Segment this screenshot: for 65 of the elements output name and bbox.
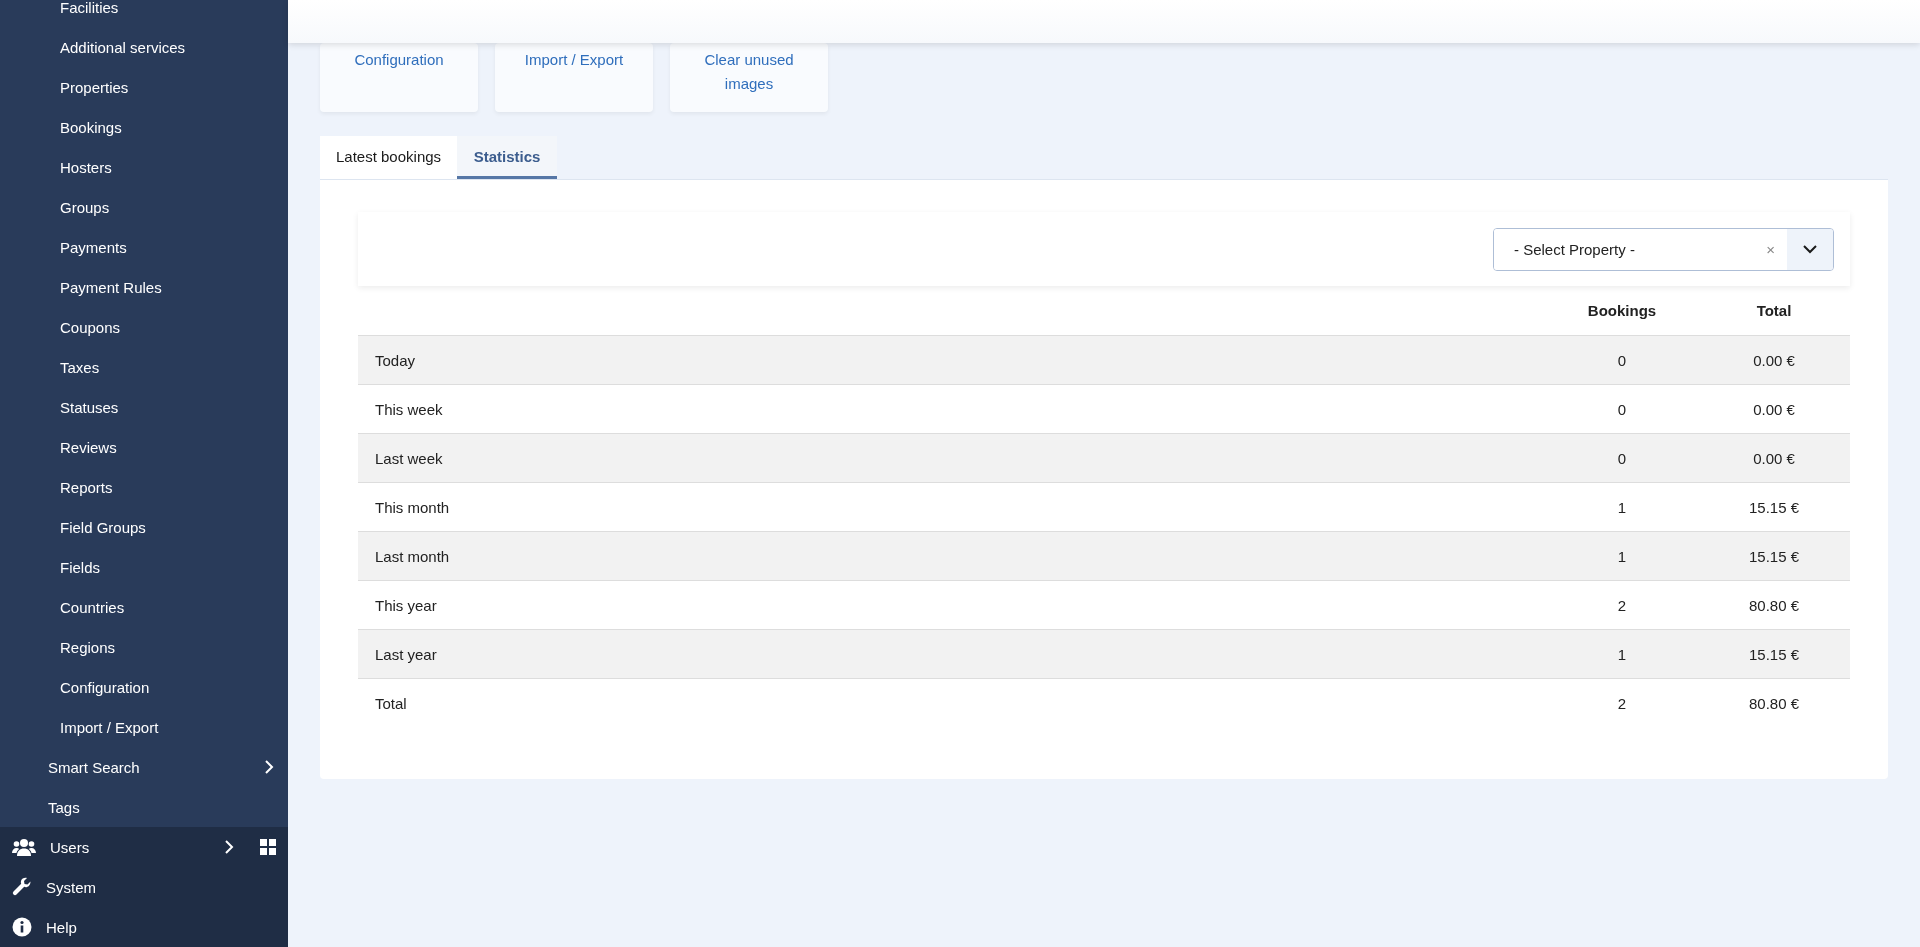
table-cell: This week xyxy=(375,400,443,418)
sidebar-item[interactable]: Facilities xyxy=(60,0,119,16)
column-header: Bookings xyxy=(1587,302,1657,319)
clear-button[interactable]: × xyxy=(1754,240,1787,258)
sidebar-item[interactable]: Statuses xyxy=(60,398,119,416)
sidebar-item[interactable]: Bookings xyxy=(60,118,122,136)
table-cell: 15.15 € xyxy=(1748,498,1799,516)
sidebar-item[interactable]: Coupons xyxy=(60,318,121,336)
tab[interactable]: Latest bookings xyxy=(320,136,458,179)
table-cell: 1 xyxy=(1617,498,1627,516)
table-cell: 80.80 € xyxy=(1748,694,1799,712)
table-cell: 0.00 € xyxy=(1753,449,1795,467)
table-cell: 15.15 € xyxy=(1748,645,1799,663)
info-icon xyxy=(12,917,32,937)
sidebar-item[interactable]: Help xyxy=(46,918,276,936)
table-cell: This year xyxy=(375,596,437,614)
table-cell: Last year xyxy=(375,645,437,663)
quick-link-card[interactable]: Configuration xyxy=(320,43,478,112)
table-cell: Today xyxy=(375,351,416,369)
wrench-icon xyxy=(12,877,32,897)
sidebar-item[interactable]: Import / Export xyxy=(60,718,159,736)
sidebar-item[interactable]: Taxes xyxy=(60,358,100,376)
property-select[interactable]: - Select Property - × xyxy=(1493,227,1834,271)
table-cell: 15.15 € xyxy=(1748,547,1799,565)
dropdown-toggle[interactable] xyxy=(1787,228,1833,270)
chevron-down-icon xyxy=(1803,244,1817,254)
table-cell: 0 xyxy=(1617,449,1627,467)
sidebar-item[interactable]: Field Groups xyxy=(60,518,146,536)
sidebar-item[interactable]: Hosters xyxy=(60,158,112,176)
table-cell: 1 xyxy=(1617,645,1627,663)
sidebar-item[interactable]: Reports xyxy=(60,478,113,496)
table-cell: Total xyxy=(375,694,407,712)
sidebar-item[interactable]: Tags xyxy=(48,798,80,816)
sidebar-item[interactable]: Smart Search xyxy=(48,758,140,776)
dashboard-grid-icon[interactable] xyxy=(260,839,276,855)
sidebar-item[interactable]: Additional services xyxy=(60,38,186,56)
chevron-right-icon[interactable] xyxy=(224,839,234,855)
column-header: Total xyxy=(1756,302,1792,319)
table-cell: 0 xyxy=(1617,400,1627,418)
sidebar-item[interactable]: Regions xyxy=(60,638,116,656)
sidebar-item[interactable]: Fields xyxy=(60,558,100,576)
sidebar-item[interactable]: Groups xyxy=(60,198,110,216)
table-cell: 0.00 € xyxy=(1753,351,1795,369)
sidebar-item[interactable]: Payment Rules xyxy=(60,278,162,296)
quick-link-card[interactable]: Import / Export xyxy=(495,43,653,112)
chevron-right-icon[interactable] xyxy=(264,759,274,775)
table-cell: Last week xyxy=(375,449,443,467)
quick-link-card[interactable]: Clear unused images xyxy=(670,43,828,112)
sidebar-item[interactable]: Configuration xyxy=(60,678,150,696)
sidebar-item[interactable]: Countries xyxy=(60,598,125,616)
table-cell: Last month xyxy=(375,547,450,565)
sidebar-item[interactable]: Payments xyxy=(60,238,127,256)
table-cell: 0 xyxy=(1617,351,1627,369)
table-cell: 0.00 € xyxy=(1753,400,1795,418)
sidebar-item[interactable]: System xyxy=(46,878,276,896)
table-cell: 2 xyxy=(1617,694,1627,712)
sidebar-item[interactable]: Reviews xyxy=(60,438,117,456)
tab[interactable]: Statistics xyxy=(457,136,558,179)
sidebar-item[interactable]: Properties xyxy=(60,78,129,96)
table-cell: This month xyxy=(375,498,450,516)
table-cell: 2 xyxy=(1617,596,1627,614)
users-icon xyxy=(12,838,36,856)
sidebar-item[interactable]: Users xyxy=(50,838,224,856)
table-cell: 1 xyxy=(1617,547,1627,565)
table-cell: 80.80 € xyxy=(1748,596,1799,614)
